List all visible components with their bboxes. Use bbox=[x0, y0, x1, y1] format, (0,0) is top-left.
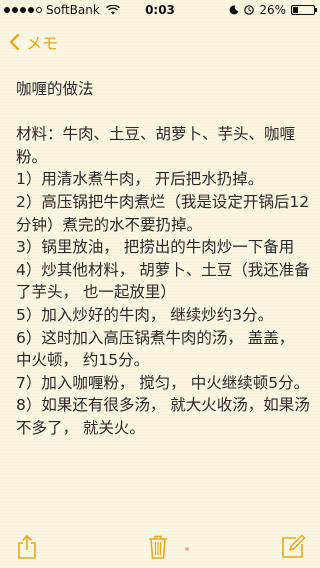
trash-icon[interactable] bbox=[147, 534, 169, 560]
note-line: 8）如果还有很多汤， 就大火收汤，如果汤不多了， 就关火。 bbox=[16, 396, 310, 437]
back-button[interactable]: メモ bbox=[8, 30, 58, 54]
note-line: 5）加入炒好的牛肉， 继续炒约3分。 bbox=[16, 305, 274, 324]
battery-percent: 26% bbox=[259, 3, 286, 17]
battery-level bbox=[293, 7, 299, 13]
note-line: 6）这时加入高压锅煮牛肉的汤， 盖盖， 中火顿， 约15分。 bbox=[16, 328, 300, 370]
nav-bar: メモ bbox=[0, 26, 320, 56]
clock-icon bbox=[244, 5, 255, 15]
chevron-left-icon bbox=[9, 33, 20, 51]
page-indicator-dot bbox=[185, 547, 189, 551]
status-bar: SoftBank 0:03 26% bbox=[0, 0, 320, 20]
note-body[interactable]: 咖喱的做法 材料：牛肉、土豆、胡萝卜、芋头、咖喱粉。 1）用清水煮牛肉， 开后把水… bbox=[16, 78, 310, 440]
note-line: 4）炒其他材料， 胡萝卜、土豆（我还准备了芋头， 也一起放里） bbox=[16, 260, 310, 302]
note-lines: 材料：牛肉、土豆、胡萝卜、芋头、咖喱粉。 1）用清水煮牛肉， 开后把水扔掉。 2）高… bbox=[16, 123, 310, 439]
share-icon[interactable] bbox=[16, 534, 38, 560]
note-line: 3）锅里放油， 把捞出的牛肉炒一下备用 bbox=[16, 238, 295, 257]
compose-icon[interactable] bbox=[280, 534, 306, 560]
bottom-toolbar bbox=[0, 524, 320, 568]
note-line: 1）用清水煮牛肉， 开后把水扔掉。 bbox=[16, 170, 264, 189]
moon-icon bbox=[229, 5, 239, 15]
note-title: 咖喱的做法 bbox=[16, 80, 94, 98]
battery-icon bbox=[291, 5, 317, 15]
note-line: 2）高压锅把牛肉煮烂（我是设定开锅后12分钟）煮完的水不要扔掉。 bbox=[16, 192, 310, 234]
note-line: 材料：牛肉、土豆、胡萝卜、芋头、咖喱粉。 bbox=[16, 125, 296, 166]
back-label: メモ bbox=[26, 34, 59, 53]
note-line: 7）加入咖喱粉， 搅匀， 中火继续顿5分。 bbox=[16, 373, 310, 392]
status-right: 26% bbox=[229, 3, 317, 17]
